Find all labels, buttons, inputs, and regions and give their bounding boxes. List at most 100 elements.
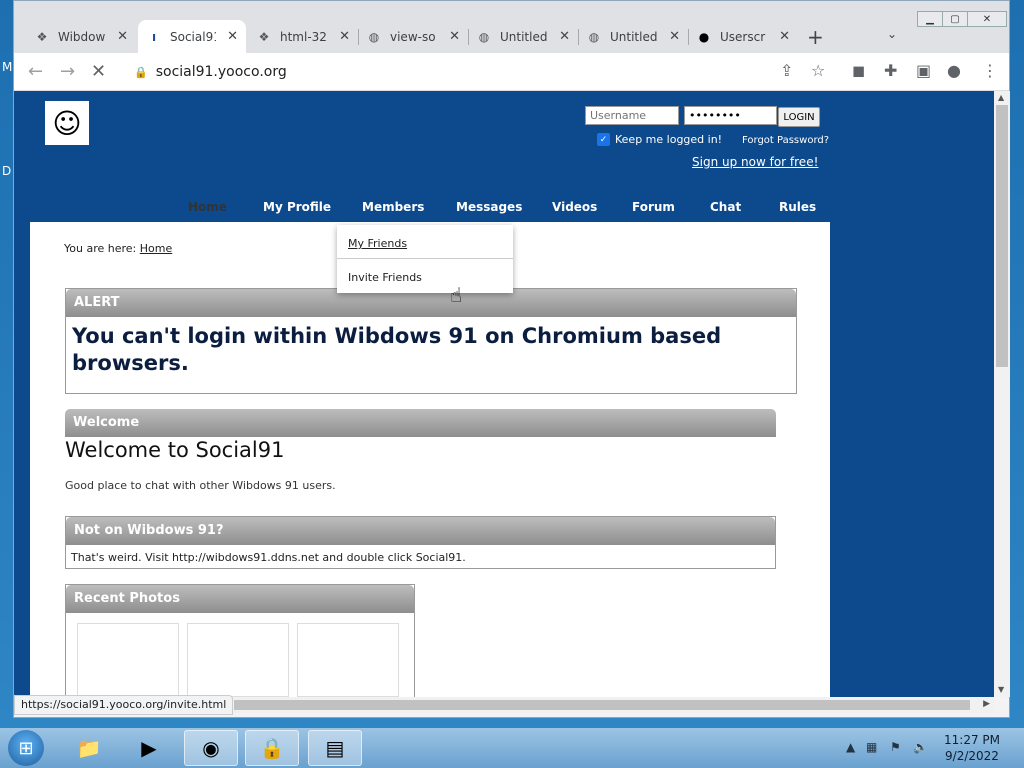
terminal-app-icon[interactable]: ▤ [308, 730, 362, 766]
welcome-heading: Welcome to Social91 [65, 438, 285, 462]
browser-tab[interactable]: ◍ view-sou ✕ [358, 20, 468, 53]
clock-time: 11:27 PM [944, 733, 1000, 747]
back-icon[interactable]: ← [28, 61, 43, 82]
photo-thumbnail[interactable] [77, 623, 179, 697]
alert-header: ALERT [66, 289, 796, 317]
tab-title: Social91 [170, 29, 216, 44]
media-player-icon[interactable]: ▶ [122, 730, 176, 766]
lock-icon: 🔒 [134, 65, 148, 79]
nav-home[interactable]: Home [188, 200, 227, 214]
taskbar: ⊞ 📁 ▶ ◉ 🔒 ▤ ▲ ▦ ⚑ 🔈 11:27 PM 9/2/2022 [0, 728, 1024, 768]
nav-forum[interactable]: Forum [632, 200, 675, 214]
tab-title: Untitled [500, 29, 548, 44]
vertical-scrollbar[interactable]: ▲ ▼ [994, 91, 1010, 697]
close-tab-icon[interactable]: ✕ [669, 29, 680, 44]
recent-photos-box: Recent Photos [65, 584, 415, 697]
menu-dots-icon[interactable]: ⋮ [982, 61, 998, 80]
volume-icon[interactable]: 🔈 [913, 740, 928, 754]
dropdown-invite-friends[interactable]: Invite Friends [348, 271, 422, 284]
recent-photos-header: Recent Photos [66, 585, 414, 613]
keep-logged-checkbox[interactable]: ✓ Keep me logged in! [597, 133, 722, 146]
browser-window: ❖ Wibdow ✕ ı Social91 ✕ ❖ html-32 ✕ ◍ view-sou ✕… [13, 0, 1010, 718]
login-button[interactable]: LOGIN [778, 107, 820, 127]
nav-chat[interactable]: Chat [710, 200, 741, 214]
file-explorer-icon[interactable]: 📁 [62, 730, 116, 766]
nav-members[interactable]: Members [362, 200, 424, 214]
close-tab-icon[interactable]: ✕ [117, 29, 128, 44]
address-bar[interactable]: 🔒 social91.yooco.org [124, 58, 864, 86]
not-on-wibdows-box: Not on Wibdows 91? That's weird. Visit h… [65, 516, 776, 569]
forgot-password-link[interactable]: Forgot Password? [742, 135, 829, 146]
alert-box: ALERT You can't login within Wibdows 91 … [65, 288, 797, 394]
close-window-icon[interactable]: ✕ [967, 11, 1007, 27]
nav-my-profile[interactable]: My Profile [263, 200, 331, 214]
scroll-up-icon[interactable]: ▲ [998, 93, 1004, 102]
close-tab-icon[interactable]: ✕ [559, 29, 570, 44]
close-tab-icon[interactable]: ✕ [779, 29, 790, 44]
browser-tab[interactable]: ◍ Untitled ✕ [468, 20, 578, 53]
tab-title: Userscri [720, 29, 766, 44]
show-hidden-icons-icon[interactable]: ▲ [846, 740, 855, 754]
forward-icon[interactable]: → [60, 61, 75, 82]
maximize-icon[interactable]: ▢ [942, 11, 968, 27]
dropdown-my-friends[interactable]: My Friends [348, 237, 407, 250]
chrome-icon[interactable]: ◉ [184, 730, 238, 766]
browser-toolbar: ← → ✕ 🔒 social91.yooco.org ⇪ ☆ ◼ ✚ ▣ ● ⋮ [14, 53, 1009, 91]
browser-tab[interactable]: ● Userscri ✕ [688, 20, 798, 53]
members-dropdown-menu: My Friends Invite Friends [337, 225, 513, 293]
horizontal-scroll-thumb[interactable] [234, 700, 970, 710]
side-panel-icon[interactable]: ▣ [916, 61, 931, 80]
browser-tab[interactable]: ❖ html-32 ✕ [248, 20, 358, 53]
browser-tab[interactable]: ❖ Wibdow ✕ [26, 20, 136, 53]
not-on-wibdows-header: Not on Wibdows 91? [66, 517, 775, 545]
close-tab-icon[interactable]: ✕ [449, 29, 460, 44]
photo-thumbnail[interactable] [187, 623, 289, 697]
username-input[interactable] [585, 106, 679, 125]
nav-videos[interactable]: Videos [552, 200, 597, 214]
globe-icon: ◍ [368, 29, 380, 44]
desktop-edge-text: M [2, 60, 13, 74]
scroll-right-icon[interactable]: ▶ [983, 699, 990, 709]
share-icon[interactable]: ⇪ [780, 61, 793, 80]
close-tab-icon[interactable]: ✕ [339, 29, 350, 44]
dropdown-divider [337, 258, 513, 259]
network-app-icon[interactable]: 🔒 [245, 730, 299, 766]
signup-link[interactable]: Sign up now for free! [692, 155, 818, 169]
extensions-puzzle-icon[interactable]: ✚ [884, 61, 897, 80]
globe-icon: ◍ [588, 29, 600, 44]
wibdows-icon: ❖ [36, 29, 48, 44]
profile-avatar-icon[interactable]: ● [947, 61, 961, 80]
minimize-icon[interactable]: ▁ [917, 11, 943, 27]
tab-search-chevron-icon[interactable]: ⌄ [887, 27, 897, 41]
checkbox-checked-icon[interactable]: ✓ [597, 133, 610, 146]
status-bar-url: https://social91.yooco.org/invite.html [14, 695, 234, 715]
main-content: You are here: Home ALERT You can't login… [30, 222, 830, 697]
wibdows-icon: ❖ [258, 29, 270, 44]
alert-text: You can't login within Wibdows 91 on Chr… [72, 324, 722, 375]
reload-stop-icon[interactable]: ✕ [91, 61, 106, 82]
scroll-down-icon[interactable]: ▼ [998, 685, 1004, 694]
bookmark-star-icon[interactable]: ☆ [811, 61, 825, 80]
breadcrumb-prefix: You are here: [64, 242, 137, 255]
not-on-wibdows-text: That's weird. Visit http://wibdows91.ddn… [71, 551, 466, 564]
vertical-scroll-thumb[interactable] [996, 105, 1008, 367]
tampermonkey-icon: ● [698, 29, 710, 44]
network-tray-icon[interactable]: ▦ [866, 740, 877, 754]
site-logo-icon[interactable]: ☺ [45, 101, 89, 145]
nav-rules[interactable]: Rules [779, 200, 816, 214]
action-center-icon[interactable]: ⚑ [890, 740, 901, 754]
tampermonkey-extension-icon[interactable]: ◼ [852, 61, 865, 80]
start-orb-icon[interactable]: ⊞ [8, 730, 44, 766]
breadcrumb-home-link[interactable]: Home [140, 242, 172, 255]
nav-messages[interactable]: Messages [456, 200, 522, 214]
globe-icon: ◍ [478, 29, 490, 44]
clock-date: 9/2/2022 [945, 749, 999, 763]
taskbar-clock[interactable]: 11:27 PM 9/2/2022 [932, 732, 1012, 764]
welcome-text: Good place to chat with other Wibdows 91… [65, 479, 336, 492]
photo-thumbnail[interactable] [297, 623, 399, 697]
close-tab-icon[interactable]: ✕ [227, 29, 238, 44]
browser-tab-active[interactable]: ı Social91 ✕ [138, 20, 246, 53]
password-input[interactable] [684, 106, 777, 125]
browser-tab[interactable]: ◍ Untitled ✕ [578, 20, 688, 53]
new-tab-icon[interactable]: + [807, 25, 824, 49]
